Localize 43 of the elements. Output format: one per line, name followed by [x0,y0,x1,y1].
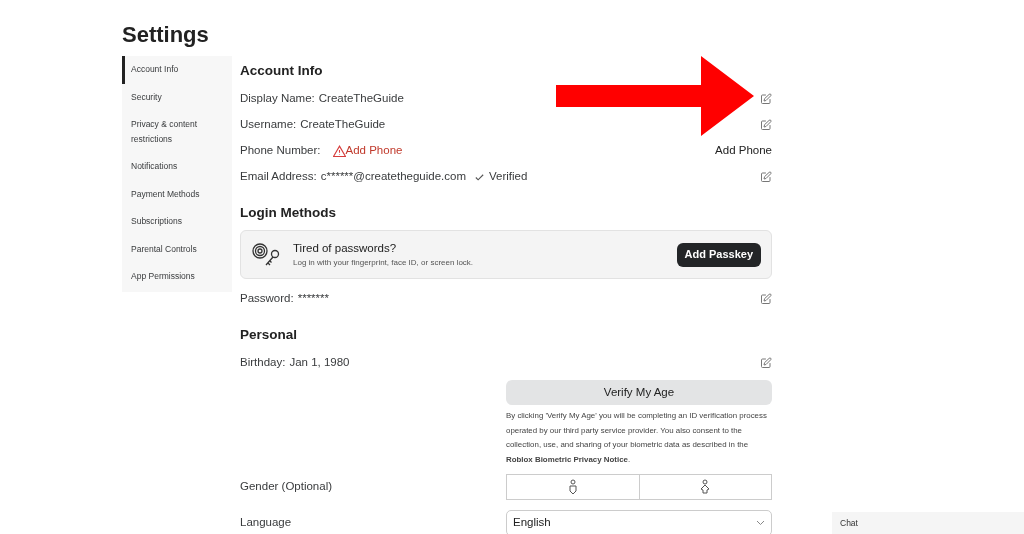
sidebar-item[interactable]: Subscriptions [122,208,232,236]
section-heading: Login Methods [240,203,337,222]
field-value: ******* [297,291,329,307]
sidebar-item[interactable]: App Permissions [122,263,232,291]
add-phone-link[interactable]: Add Phone [345,142,403,160]
field-label: Phone Number: [240,143,321,159]
field-label: Email Address: [240,169,317,185]
passkey-title: Tired of passwords? [293,240,398,256]
person-icon [567,479,578,495]
sidebar-item[interactable]: Account Info [122,56,232,84]
sidebar-item[interactable]: Notifications [122,153,232,181]
field-label: Username: [240,117,297,133]
field-label: Birthday: [240,355,286,371]
add-passkey-button[interactable]: Add Passkey [676,242,761,267]
edit-icon[interactable] [760,293,772,305]
edit-icon[interactable] [760,119,772,131]
language-dropdown[interactable]: English [506,510,772,534]
edit-icon[interactable] [760,171,772,183]
edit-icon[interactable] [760,357,772,369]
field-value: c******@createtheguide.com [320,169,466,185]
field-label: Display Name: [240,91,315,107]
sidebar-item[interactable]: Privacy & content restrictions [122,111,232,153]
section-heading: Account Info [240,61,324,80]
gender-label: Gender (Optional) [240,479,334,495]
field-value: CreateTheGuide [318,91,404,107]
add-phone-button[interactable]: Add Phone [715,142,772,160]
chevron-down-icon [756,520,765,526]
chat-bar[interactable]: Chat [832,512,1024,534]
field-label: Password: [240,291,294,307]
verified-label: Verified [489,169,528,185]
passkey-subtitle: Log in with your fingerprint, face ID, or screen lock. [293,257,474,270]
edit-icon[interactable] [760,93,772,105]
page-title: Settings [122,21,210,48]
person-icon [700,479,711,495]
check-icon [474,171,485,183]
field-value: Jan 1, 1980 [289,355,350,371]
section-heading: Personal [240,325,299,344]
verify-age-button[interactable]: Verify My Age [506,380,772,405]
field-value: CreateTheGuide [300,117,386,133]
sidebar-item[interactable]: Payment Methods [122,180,232,208]
sidebar-item[interactable]: Parental Controls [122,235,232,263]
language-label: Language [240,515,293,531]
sidebar-item[interactable]: Security [122,83,232,111]
